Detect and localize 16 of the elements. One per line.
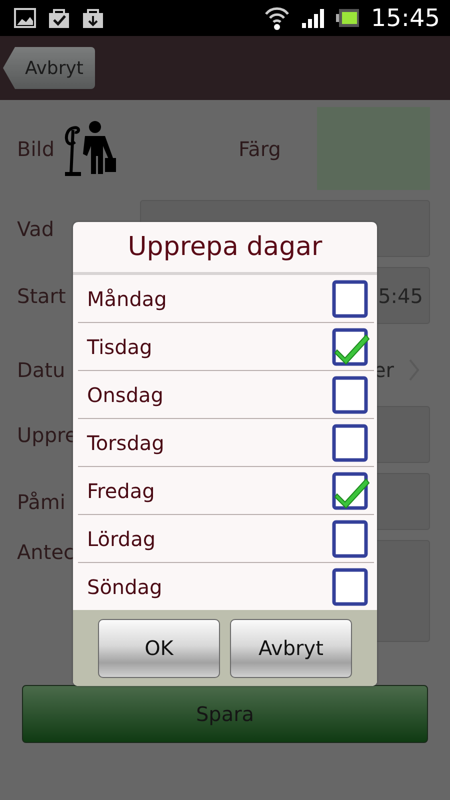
color-label: Färg <box>238 136 281 160</box>
day-label: Måndag <box>87 286 167 310</box>
field-label: Vad <box>17 216 54 240</box>
day-label: Fredag <box>87 478 155 502</box>
day-label: Lördag <box>87 526 156 550</box>
dialog-title: Upprepa dagar <box>73 222 377 275</box>
day-label: Onsdag <box>87 382 164 406</box>
field-label: Start <box>17 284 66 308</box>
image-label: Bild <box>17 136 55 160</box>
field-label: Påmi <box>17 490 66 514</box>
clock-time: 15:45 <box>370 4 440 32</box>
day-label: Torsdag <box>87 430 164 454</box>
day-label: Söndag <box>87 574 162 598</box>
field-label: Antec <box>17 540 74 564</box>
day-label: Tisdag <box>87 334 152 358</box>
field-label: Datu <box>17 358 66 382</box>
